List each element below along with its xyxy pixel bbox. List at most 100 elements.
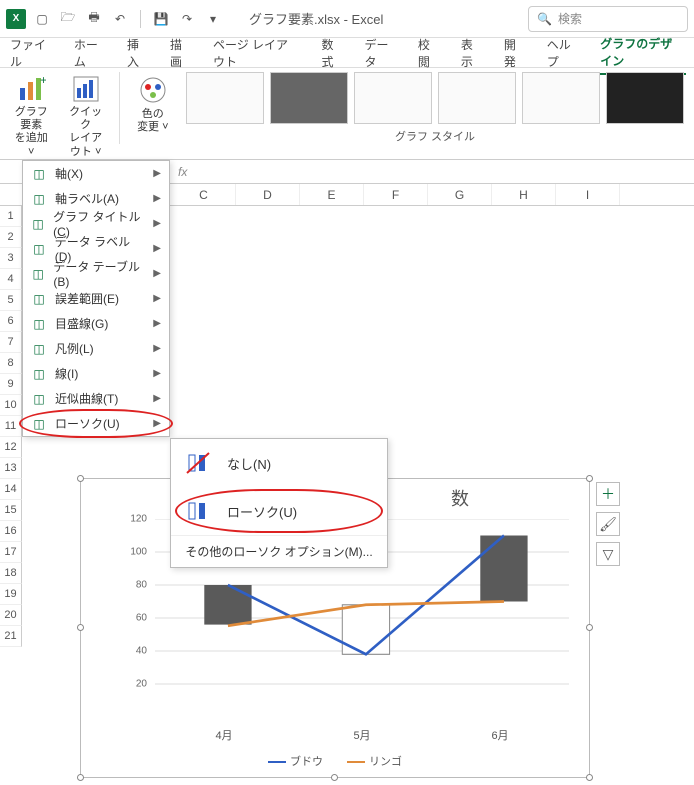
undo-icon[interactable]: ↶ [112, 11, 128, 27]
chart-style-5[interactable] [522, 72, 600, 124]
tab-draw[interactable]: 描画 [168, 32, 193, 74]
row-headers: 123456789101112131415161718192021 [0, 206, 22, 647]
row-header[interactable]: 1 [0, 206, 22, 227]
chart-style-1[interactable] [186, 72, 264, 124]
tab-home[interactable]: ホーム [72, 32, 107, 74]
col-header[interactable]: F [364, 184, 428, 205]
menu-item-axis-icon[interactable]: ◫軸(X)▶ [23, 161, 169, 186]
row-header[interactable]: 17 [0, 542, 22, 563]
tab-chart-design[interactable]: グラフのデザイン [598, 31, 686, 75]
resize-handle[interactable] [77, 475, 84, 482]
row-header[interactable]: 8 [0, 353, 22, 374]
row-header[interactable]: 7 [0, 332, 22, 353]
quick-access-toolbar: ▢ 🗁 🖶 ↶ 💾 ↷ ▾ [34, 10, 221, 28]
chart-title-visible[interactable]: 数 [451, 485, 469, 511]
menu-item-data-table-icon[interactable]: ◫データ テーブル(B)▶ [23, 261, 169, 286]
quick-print-icon[interactable]: 🖶 [86, 11, 102, 27]
row-header[interactable]: 16 [0, 521, 22, 542]
x-label: 6月 [491, 727, 508, 743]
row-header[interactable]: 5 [0, 290, 22, 311]
submenu-none-label: なし(N) [227, 454, 271, 473]
chart-style-6[interactable] [606, 72, 684, 124]
resize-handle[interactable] [331, 774, 338, 781]
tab-view[interactable]: 表示 [459, 32, 484, 74]
new-file-icon[interactable]: ▢ [34, 11, 50, 27]
col-header[interactable]: I [556, 184, 620, 205]
row-header[interactable]: 18 [0, 563, 22, 584]
row-header[interactable]: 21 [0, 626, 22, 647]
add-chart-element-button[interactable]: + グラフ要素 を追加 ˅ [10, 72, 52, 148]
chart-style-2[interactable] [270, 72, 348, 124]
submenu-more-options[interactable]: その他のローソク オプション(M)... [171, 535, 387, 567]
resize-handle[interactable] [77, 774, 84, 781]
col-header[interactable]: D [236, 184, 300, 205]
chart-styles-caption: グラフ スタイル [186, 128, 684, 144]
menu-item-updown-bars-icon[interactable]: ◫ローソク(U)▶ [23, 411, 169, 436]
tab-file[interactable]: ファイル [8, 32, 54, 74]
quick-layout-button[interactable]: クイック レイアウト ˅ [64, 72, 106, 148]
chart-legend[interactable]: ブドウ リンゴ [81, 753, 589, 769]
chart-filters-button[interactable]: ▽ [596, 542, 620, 566]
chart-elements-button[interactable]: ＋ [596, 482, 620, 506]
down-bar[interactable] [480, 536, 527, 602]
menu-item-error-bars-icon[interactable]: ◫誤差範囲(E)▶ [23, 286, 169, 311]
tab-formulas[interactable]: 数式 [319, 32, 344, 74]
x-label: 5月 [353, 727, 370, 743]
chart-style-4[interactable] [438, 72, 516, 124]
submenu-updown-bars[interactable]: ローソク(U) [171, 487, 387, 535]
y-tick: 80 [136, 579, 147, 590]
tab-help[interactable]: ヘルプ [545, 32, 580, 74]
row-header[interactable]: 4 [0, 269, 22, 290]
submenu-none[interactable]: なし(N) [171, 439, 387, 487]
tab-review[interactable]: 校閲 [416, 32, 441, 74]
search-box[interactable]: 🔍 検索 [528, 6, 688, 32]
row-header[interactable]: 19 [0, 584, 22, 605]
chart-style-3[interactable] [354, 72, 432, 124]
tab-pagelayout[interactable]: ページ レイアウト [211, 32, 302, 74]
resize-handle[interactable] [586, 774, 593, 781]
legend-entry-ringo[interactable]: リンゴ [347, 753, 402, 769]
x-label: 4月 [215, 727, 232, 743]
y-tick: 120 [130, 514, 147, 525]
chevron-right-icon: ▶ [153, 418, 161, 429]
qat-more-icon[interactable]: ▾ [205, 11, 221, 27]
quick-layout-icon [70, 74, 102, 104]
chart-styles-button[interactable]: 🖌 [596, 512, 620, 536]
row-header[interactable]: 6 [0, 311, 22, 332]
tab-insert[interactable]: 挿入 [125, 32, 150, 74]
col-header[interactable]: G [428, 184, 492, 205]
row-header[interactable]: 20 [0, 605, 22, 626]
data-label-icon: ◫ [31, 241, 47, 257]
redo-icon[interactable]: ↷ [179, 11, 195, 27]
resize-handle[interactable] [77, 624, 84, 631]
row-header[interactable]: 2 [0, 227, 22, 248]
save-icon[interactable]: 💾 [153, 11, 169, 27]
menu-item-trendline-icon[interactable]: ◫近似曲線(T)▶ [23, 386, 169, 411]
row-header[interactable]: 11 [0, 416, 22, 437]
change-colors-button[interactable]: 色の 変更 ˅ [132, 72, 174, 148]
col-header[interactable]: H [492, 184, 556, 205]
resize-handle[interactable] [586, 624, 593, 631]
chevron-right-icon: ▶ [153, 168, 161, 179]
row-header[interactable]: 9 [0, 374, 22, 395]
row-header[interactable]: 3 [0, 248, 22, 269]
row-header[interactable]: 12 [0, 437, 22, 458]
legend-entry-budou[interactable]: ブドウ [268, 753, 323, 769]
row-header[interactable]: 10 [0, 395, 22, 416]
menu-item-legend-icon[interactable]: ◫凡例(L)▶ [23, 336, 169, 361]
col-header[interactable]: C [172, 184, 236, 205]
menu-item-label: ローソク(U) [55, 415, 120, 432]
row-header[interactable]: 15 [0, 500, 22, 521]
row-header[interactable]: 13 [0, 458, 22, 479]
add-chart-element-icon: + [15, 74, 47, 104]
data-table-icon: ◫ [31, 266, 45, 282]
tab-data[interactable]: データ [362, 32, 397, 74]
col-header[interactable]: E [300, 184, 364, 205]
resize-handle[interactable] [586, 475, 593, 482]
open-file-icon[interactable]: 🗁 [60, 11, 76, 27]
menu-item-lines-icon[interactable]: ◫線(I)▶ [23, 361, 169, 386]
menu-item-gridlines-icon[interactable]: ◫目盛線(G)▶ [23, 311, 169, 336]
row-header[interactable]: 14 [0, 479, 22, 500]
tab-developer[interactable]: 開発 [502, 32, 527, 74]
down-bar[interactable] [204, 585, 251, 625]
